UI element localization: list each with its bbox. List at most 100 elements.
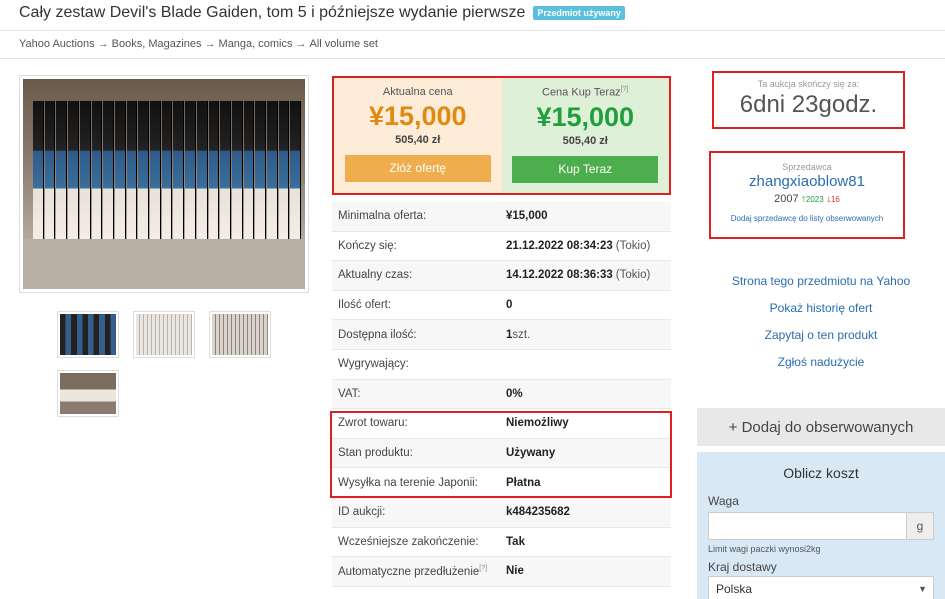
detail-key: Ilość ofert:: [338, 299, 392, 312]
book-spine: [91, 101, 103, 241]
item-links: Strona tego przedmiotu na Yahoo Pokaż hi…: [697, 268, 945, 376]
country-value: Polska: [716, 582, 753, 596]
weight-input-group: g: [708, 512, 934, 540]
detail-value: 0%: [506, 387, 523, 400]
detail-key: Wygrywający:: [338, 358, 409, 371]
help-icon[interactable]: [?]: [479, 565, 487, 572]
detail-row: Wcześniejsze zakończenie: Tak: [332, 528, 671, 558]
buynow-price-value: ¥15,000: [536, 101, 635, 132]
detail-key: Minimalna oferta:: [338, 210, 427, 223]
weight-unit: g: [906, 512, 934, 540]
breadcrumb-item[interactable]: Books, Magazines: [112, 38, 202, 50]
place-bid-button[interactable]: Złóż ofertę: [344, 155, 491, 182]
chevron-down-icon: ▼: [918, 584, 927, 594]
thumbnail[interactable]: [133, 311, 195, 358]
positive-count: 2023: [805, 195, 824, 204]
book-spine: [290, 101, 302, 241]
yahoo-page-link[interactable]: Strona tego przedmiotu na Yahoo: [697, 268, 945, 295]
manga-set-photo: [23, 79, 305, 289]
book-spine: [185, 101, 196, 241]
seller-stats: 2007 🡑2023 🡓16: [711, 193, 903, 208]
detail-row: ID aukcji: k484235682: [332, 497, 671, 528]
weight-label: Waga: [708, 494, 739, 508]
seller-label: Sprzedawca: [782, 162, 832, 172]
detail-key: Stan produktu:: [338, 447, 413, 460]
book-spines: [33, 101, 302, 241]
report-abuse-link[interactable]: Zgłoś nadużycie: [697, 349, 945, 376]
book-spine: [161, 101, 173, 241]
add-to-watchlist-button[interactable]: + Dodaj do obserwowanych: [697, 408, 945, 446]
current-price-label: Aktualna cena: [382, 86, 453, 98]
photo-floor: [23, 239, 305, 289]
detail-key: ID aukcji:: [338, 506, 386, 519]
book-spine: [173, 101, 185, 241]
current-price-pln: 505,40 zł: [395, 134, 441, 146]
detail-value: 21.12.2022 08:34:23 (Tokio): [506, 239, 651, 252]
detail-value: ¥15,000: [506, 210, 548, 223]
thumbnail[interactable]: [57, 370, 119, 417]
detail-value: 1szt.: [506, 328, 531, 341]
detail-key: Dostępna ilość:: [338, 328, 417, 341]
detail-key: Wcześniejsze zakończenie:: [338, 535, 479, 548]
detail-key: VAT:: [338, 387, 361, 400]
thumbnail[interactable]: [57, 311, 119, 358]
detail-row: Stan produktu: Używany: [332, 438, 671, 469]
divider: [0, 58, 945, 59]
detail-row: Kończy się: 21.12.2022 08:34:23 (Tokio): [332, 232, 671, 262]
book-spine: [196, 101, 208, 241]
thumbnail-gallery: [57, 311, 272, 417]
seller-box: Sprzedawca zhangxiaoblow81 2007 🡑2023 🡓1…: [709, 151, 905, 239]
breadcrumb-item[interactable]: All volume set: [310, 38, 378, 50]
detail-value: Płatna: [506, 476, 541, 489]
breadcrumb-separator: →: [204, 38, 216, 50]
main-product-image[interactable]: [19, 75, 309, 293]
detail-value: k484235682: [506, 506, 570, 519]
calculator-title: Oblicz koszt: [783, 465, 859, 481]
bid-history-link[interactable]: Pokaż historię ofert: [697, 295, 945, 322]
detail-row: Zwrot towaru: Niemożliwy: [332, 409, 671, 439]
detail-row: Aktualny czas: 14.12.2022 08:36:33 (Tokio): [332, 261, 671, 291]
help-icon[interactable]: [?]: [621, 86, 629, 93]
detail-row: Ilość ofert: 0: [332, 291, 671, 321]
cost-calculator: Oblicz koszt Waga g Limit wagi paczki wy…: [697, 452, 945, 599]
buynow-price-pln: 505,40 zł: [562, 134, 608, 147]
book-spine: [231, 101, 243, 241]
book-spine: [255, 101, 267, 241]
detail-value: Nie: [506, 565, 524, 578]
book-spine: [243, 101, 255, 241]
condition-badge: Przedmiot używany: [533, 6, 625, 20]
seller-name-link[interactable]: zhangxiaoblow81: [711, 173, 903, 190]
auction-details-table: Minimalna oferta: ¥15,000 Kończy się: 21.12…: [332, 202, 671, 587]
breadcrumb-item[interactable]: Yahoo Auctions: [19, 38, 95, 50]
detail-value: 14.12.2022 08:36:33 (Tokio): [506, 269, 651, 282]
detail-row: Dostępna ilość: 1szt.: [332, 320, 671, 350]
buynow-label: Cena Kup Teraz[?]: [542, 86, 629, 99]
detail-row: Wygrywający:: [332, 350, 671, 380]
book-spine: [79, 101, 91, 241]
detail-value: Używany: [506, 447, 556, 460]
ask-question-link[interactable]: Zapytaj o ten produkt: [697, 322, 945, 349]
detail-key: Wysyłka na terenie Japonii:: [338, 476, 478, 489]
book-spine: [68, 101, 79, 241]
book-spine: [150, 101, 161, 241]
breadcrumb: Yahoo Auctions → Books, Magazines → Mang…: [19, 38, 378, 50]
title-row: Cały zestaw Devil's Blade Gaiden, tom 5 …: [19, 4, 625, 22]
country-select[interactable]: Polska ▼: [708, 576, 934, 599]
breadcrumb-item[interactable]: Manga, comics: [219, 38, 293, 50]
book-spine: [208, 101, 220, 241]
current-price-value: ¥15,000: [368, 101, 467, 131]
book-spine: [44, 101, 56, 241]
weight-input[interactable]: [708, 512, 906, 540]
country-label: Kraj dostawy: [708, 560, 777, 574]
timer-label: Ta aukcja skończy się za:: [757, 79, 860, 89]
buy-now-button[interactable]: Kup Teraz: [512, 155, 659, 183]
detail-key: Automatyczne przedłużenie[?]: [338, 565, 488, 578]
breadcrumb-separator: →: [295, 38, 307, 50]
book-spine: [138, 101, 150, 241]
book-spine: [267, 101, 278, 241]
seller-year: 2007: [774, 193, 799, 205]
book-spine: [33, 101, 44, 241]
buynow-panel: Cena Kup Teraz[?] ¥15,000 505,40 zł Kup …: [501, 78, 669, 193]
watch-seller-link[interactable]: Dodaj sprzedawcę do listy obserwowanych: [711, 214, 903, 223]
thumbnail[interactable]: [209, 311, 271, 358]
